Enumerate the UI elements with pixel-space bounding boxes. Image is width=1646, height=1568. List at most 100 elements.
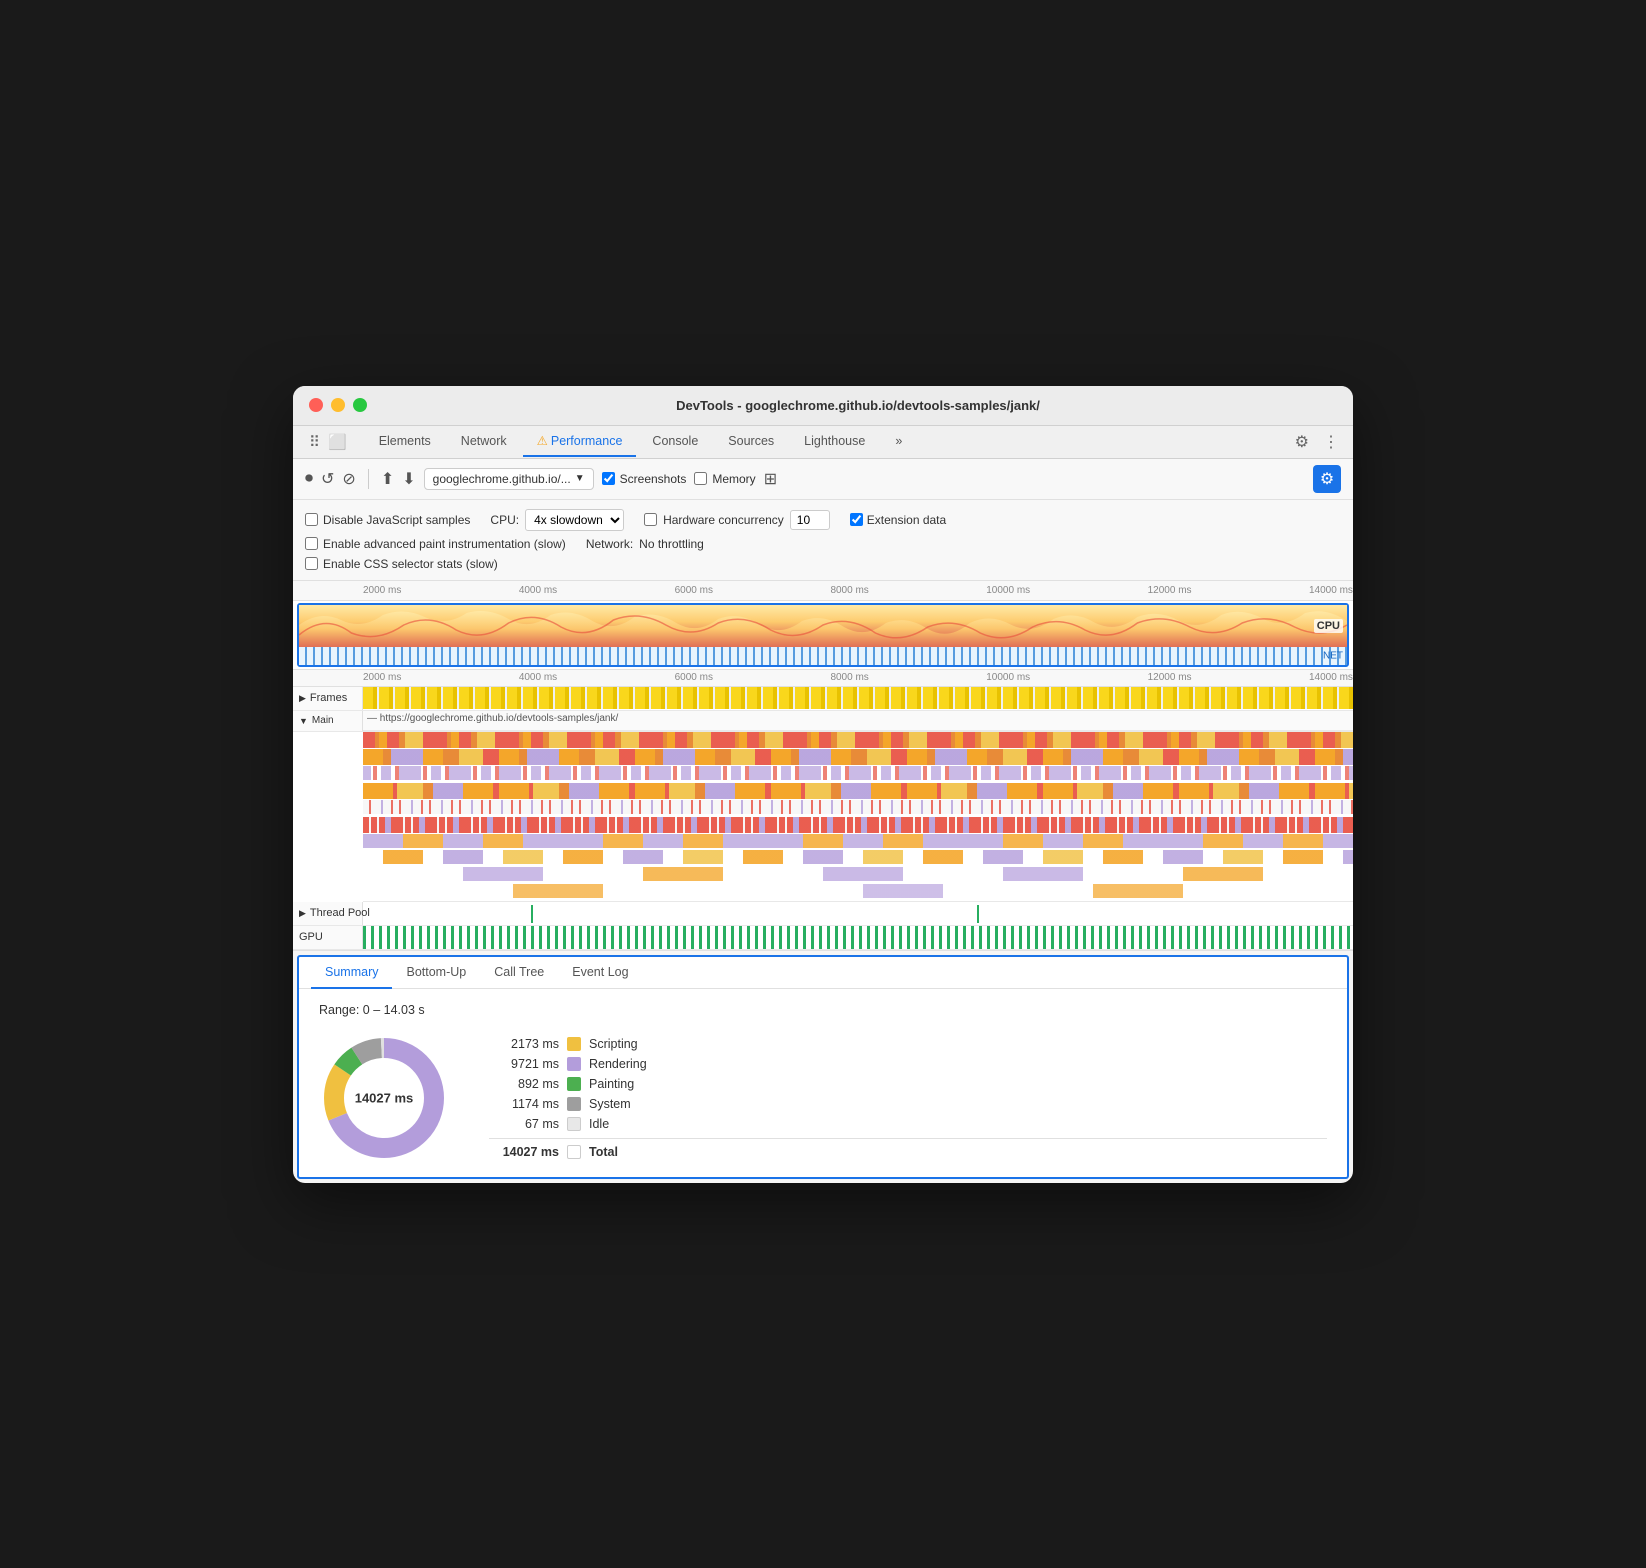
gpu-label-text: GPU [299, 931, 323, 943]
window-title: DevTools - googlechrome.github.io/devtoo… [379, 398, 1337, 413]
settings-row-2: Enable advanced paint instrumentation (s… [305, 534, 1341, 554]
painting-color [567, 1077, 581, 1091]
tab-bottom-up[interactable]: Bottom-Up [392, 957, 480, 989]
network-value: No throttling [639, 537, 704, 551]
legend: 2173 ms Scripting 9721 ms Rendering 892 … [489, 1034, 1327, 1162]
css-stats-label: Enable CSS selector stats (slow) [305, 557, 498, 571]
gpu-bars-pattern [363, 926, 1353, 949]
frames-content[interactable] [363, 687, 1353, 710]
inspect-icon[interactable]: ⠿ [309, 433, 320, 451]
rendering-value: 9721 ms [489, 1057, 559, 1071]
thread-pool-content[interactable] [363, 902, 1353, 925]
net-chart: NET [299, 647, 1347, 665]
tab-lighthouse[interactable]: Lighthouse [790, 427, 879, 457]
close-button[interactable] [309, 398, 323, 412]
tab-console[interactable]: Console [638, 427, 712, 457]
legend-row-scripting: 2173 ms Scripting [489, 1034, 1327, 1054]
settings-icon[interactable]: ⚙ [1289, 426, 1315, 458]
disable-js-checkbox[interactable] [305, 513, 318, 526]
screenshots-checkbox[interactable] [602, 472, 615, 485]
thread-pool-label[interactable]: ▶ Thread Pool [293, 902, 363, 925]
main-track-row: ▼ Main — https://googlechrome.github.io/… [293, 711, 1353, 732]
ruler-mark-2: 4000 ms [519, 585, 557, 596]
hw-concurrency-input[interactable] [790, 510, 830, 530]
screenshots-checkbox-label: Screenshots [602, 472, 687, 486]
tab-more[interactable]: » [881, 427, 916, 457]
legend-row-painting: 892 ms Painting [489, 1074, 1327, 1094]
toolbar: ⏺ ↺ ⊘ ⬆ ⬇ googlechrome.github.io/... ▼ S… [293, 459, 1353, 500]
overview-section[interactable]: CPU NET [297, 603, 1349, 667]
memory-extra-icon[interactable]: ⊞ [764, 469, 777, 489]
tab-sources[interactable]: Sources [714, 427, 788, 457]
tab-network[interactable]: Network [447, 427, 521, 457]
summary-body: 14027 ms 2173 ms Scripting 9721 ms Rende… [319, 1033, 1327, 1163]
maximize-button[interactable] [353, 398, 367, 412]
ext-data-text: Extension data [867, 513, 946, 527]
thread-pool-label-text: Thread Pool [310, 907, 370, 919]
idle-value: 67 ms [489, 1117, 559, 1131]
reload-icon[interactable]: ↺ [321, 469, 334, 489]
tab-summary[interactable]: Summary [311, 957, 392, 989]
idle-color [567, 1117, 581, 1131]
css-stats-text: Enable CSS selector stats (slow) [323, 557, 498, 571]
total-label: Total [589, 1145, 618, 1159]
ruler-mark-3: 6000 ms [675, 585, 713, 596]
network-label: Network: [586, 537, 633, 551]
tab-performance[interactable]: ⚠Performance [523, 426, 637, 457]
scripting-label: Scripting [589, 1037, 638, 1051]
scripting-color [567, 1037, 581, 1051]
tab-event-log[interactable]: Event Log [558, 957, 642, 989]
cpu-select[interactable]: 4x slowdown [525, 509, 624, 531]
gpu-content[interactable] [363, 926, 1353, 949]
flame-row-6 [363, 817, 1353, 833]
flame-row-9 [363, 867, 1353, 881]
frames-label[interactable]: ▶ Frames [293, 687, 363, 710]
titlebar: DevTools - googlechrome.github.io/devtoo… [293, 386, 1353, 426]
ruler-marks-top: 2000 ms 4000 ms 6000 ms 8000 ms 10000 ms… [363, 585, 1353, 596]
ext-data-checkbox[interactable] [850, 513, 863, 526]
cpu-label: CPU [1314, 619, 1343, 633]
ruler-mark-1: 2000 ms [363, 585, 401, 596]
main-url: — https://googlechrome.github.io/devtool… [363, 711, 1353, 731]
thread-pool-bar-2 [977, 905, 979, 923]
idle-label: Idle [589, 1117, 609, 1131]
adv-paint-checkbox[interactable] [305, 537, 318, 550]
memory-label: Memory [712, 472, 755, 486]
memory-checkbox[interactable] [694, 472, 707, 485]
css-stats-checkbox[interactable] [305, 557, 318, 570]
main-label[interactable]: ▼ Main [293, 711, 363, 731]
frames-label-text: Frames [310, 692, 347, 704]
ruler2-mark-6: 12000 ms [1148, 672, 1192, 683]
settings-action-icon[interactable]: ⚙ [1313, 465, 1341, 493]
more-options-icon[interactable]: ⋮ [1317, 426, 1345, 458]
flame-chart[interactable] [363, 732, 1353, 902]
device-icon[interactable]: ⬜ [328, 433, 347, 451]
flame-row-5 [363, 800, 1353, 814]
hw-concurrency-text: Hardware concurrency [663, 513, 784, 527]
thread-pool-track-row: ▶ Thread Pool [293, 902, 1353, 926]
cpu-label: CPU: [490, 513, 519, 527]
tab-call-tree[interactable]: Call Tree [480, 957, 558, 989]
upload-icon[interactable]: ⬆ [381, 469, 394, 489]
painting-label: Painting [589, 1077, 634, 1091]
donut-label: 14027 ms [355, 1090, 414, 1105]
flame-row-10 [363, 884, 1353, 898]
download-icon[interactable]: ⬇ [402, 469, 415, 489]
ruler2-mark-5: 10000 ms [986, 672, 1030, 683]
gpu-label[interactable]: GPU [293, 926, 363, 949]
frames-chevron-icon: ▶ [299, 693, 306, 704]
url-bar[interactable]: googlechrome.github.io/... ▼ [424, 468, 594, 490]
ruler-marks-bottom: 2000 ms 4000 ms 6000 ms 8000 ms 10000 ms… [363, 672, 1353, 683]
disable-js-text: Disable JavaScript samples [323, 513, 470, 527]
settings-row-3: Enable CSS selector stats (slow) [305, 554, 1341, 574]
clear-icon[interactable]: ⊘ [342, 469, 355, 489]
tab-elements[interactable]: Elements [365, 427, 445, 457]
donut-chart: 14027 ms [319, 1033, 449, 1163]
summary-content: Range: 0 – 14.03 s [299, 989, 1347, 1177]
minimize-button[interactable] [331, 398, 345, 412]
ruler-mark-5: 10000 ms [986, 585, 1030, 596]
flame-row-4 [363, 783, 1353, 799]
record-icon[interactable]: ⏺ [305, 470, 313, 488]
traffic-lights [309, 398, 367, 412]
hw-concurrency-checkbox[interactable] [644, 513, 657, 526]
